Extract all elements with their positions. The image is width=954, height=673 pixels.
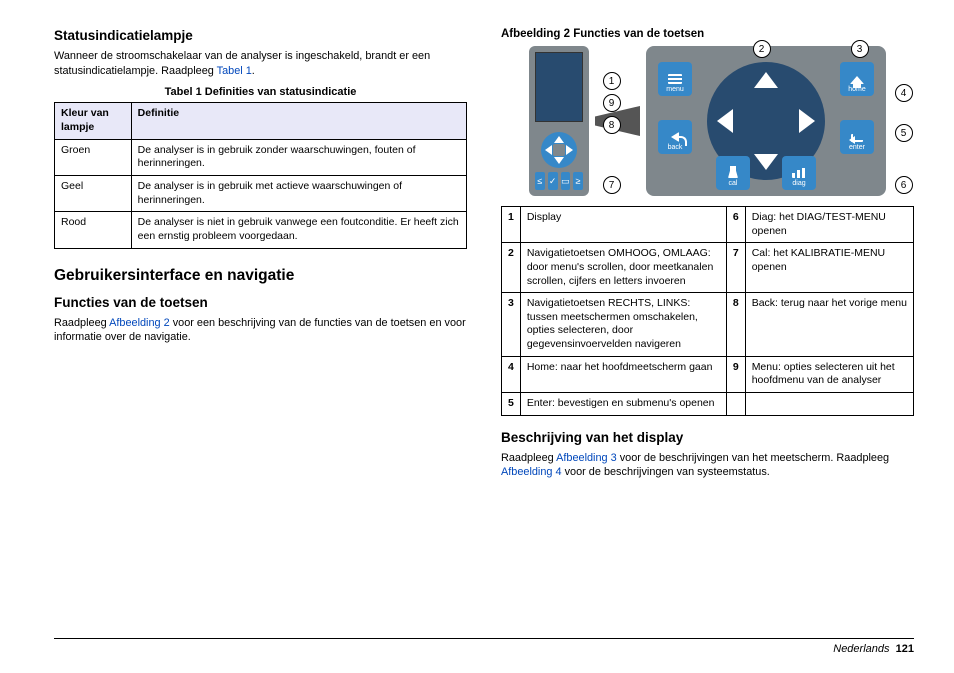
callout-4: 4 bbox=[895, 84, 913, 102]
key-home: home bbox=[840, 62, 874, 96]
cal-icon bbox=[728, 166, 738, 178]
small-key: ✓ bbox=[548, 172, 558, 190]
callout-6: 6 bbox=[895, 176, 913, 194]
figure-2-graphic: ≤ ✓ ▭ ≥ menu home back enter cal bbox=[503, 46, 913, 196]
small-key: ≤ bbox=[535, 172, 545, 190]
callout-2: 2 bbox=[753, 40, 771, 58]
diag-icon bbox=[792, 168, 806, 178]
heading-status-light: Statusindicatielampje bbox=[54, 28, 467, 43]
device-front: ≤ ✓ ▭ ≥ bbox=[529, 46, 589, 196]
link-figure-2[interactable]: Afbeelding 2 bbox=[109, 317, 170, 329]
enter-icon bbox=[851, 134, 863, 142]
key-menu: menu bbox=[658, 62, 692, 96]
device-dpad bbox=[541, 132, 577, 168]
table-1-caption: Tabel 1 Definities van statusindicatie bbox=[54, 86, 467, 98]
heading-ui-nav: Gebruikersinterface en navigatie bbox=[54, 267, 467, 285]
back-icon bbox=[671, 132, 679, 142]
para-status-intro: Wanneer de stroomschakelaar van de analy… bbox=[54, 49, 467, 78]
home-icon bbox=[850, 76, 864, 84]
keypad-panel: menu home back enter cal diag bbox=[646, 46, 886, 196]
callout-5: 5 bbox=[895, 124, 913, 142]
small-key: ≥ bbox=[573, 172, 583, 190]
para-display-description: Raadpleeg Afbeelding 3 voor de beschrijv… bbox=[501, 451, 914, 480]
key-diag: diag bbox=[782, 156, 816, 190]
device-display bbox=[535, 52, 583, 122]
key-enter: enter bbox=[840, 120, 874, 154]
menu-icon bbox=[668, 74, 682, 84]
heading-key-functions: Functies van de toetsen bbox=[54, 295, 467, 310]
key-cal: cal bbox=[716, 156, 750, 190]
callout-9: 9 bbox=[603, 94, 621, 112]
small-key: ▭ bbox=[561, 172, 571, 190]
link-table-1[interactable]: Tabel 1 bbox=[217, 65, 252, 77]
key-back: back bbox=[658, 120, 692, 154]
link-figure-4[interactable]: Afbeelding 4 bbox=[501, 466, 562, 478]
callout-3: 3 bbox=[851, 40, 869, 58]
heading-display-description: Beschrijving van het display bbox=[501, 430, 914, 445]
para-key-functions: Raadpleeg Afbeelding 2 voor een beschrij… bbox=[54, 316, 467, 345]
page-footer: Nederlands 121 bbox=[54, 638, 914, 655]
callout-7: 7 bbox=[603, 176, 621, 194]
table-status-definitions: Kleur van lampjeDefinitie GroenDe analys… bbox=[54, 102, 467, 248]
link-figure-3[interactable]: Afbeelding 3 bbox=[556, 452, 617, 464]
figure-2-caption: Afbeelding 2 Functies van de toetsen bbox=[501, 28, 914, 40]
figure-2-legend: 1Display6Diag: het DIAG/TEST-MENU openen… bbox=[501, 206, 914, 416]
callout-8: 8 bbox=[603, 116, 621, 134]
callout-1: 1 bbox=[603, 72, 621, 90]
